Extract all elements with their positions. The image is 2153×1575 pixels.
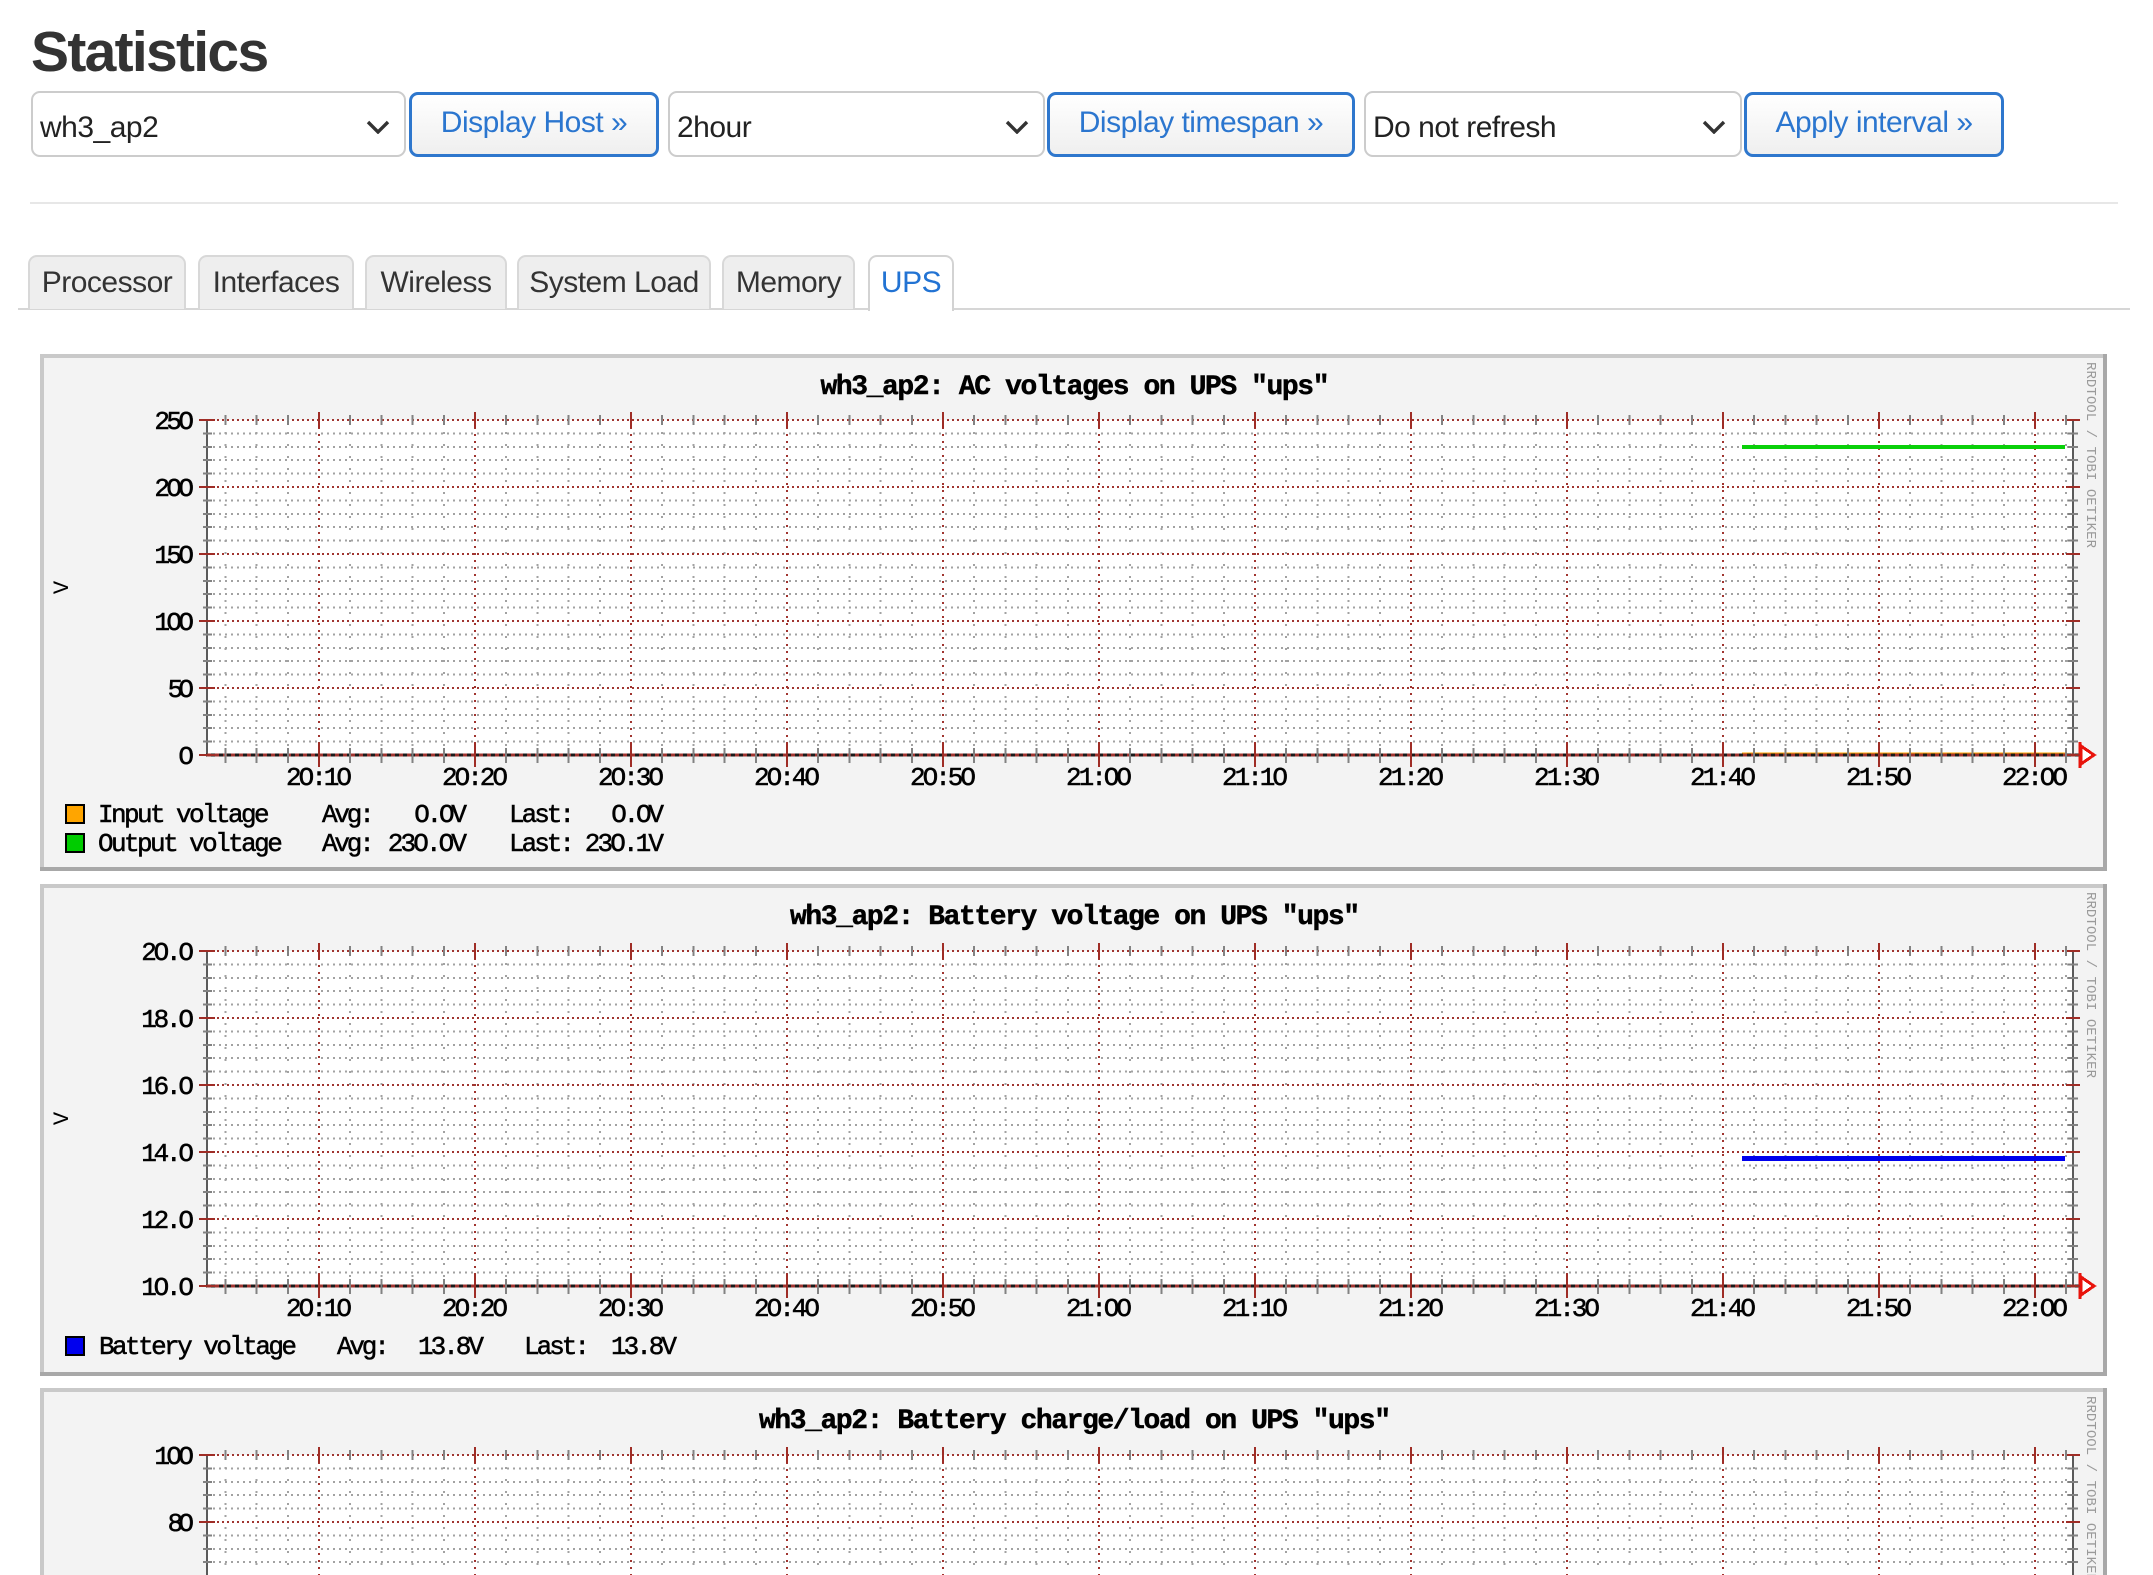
- svg-text:Input voltage: Input voltage: [98, 800, 270, 830]
- svg-text:21:OO: 21:OO: [1066, 1294, 1132, 1324]
- svg-text:23O.OV: 23O.OV: [388, 829, 468, 859]
- svg-text:O: O: [178, 742, 194, 772]
- svg-text:wh3_ap2: AC voltages on UPS "u: wh3_ap2: AC voltages on UPS "ups": [821, 372, 1330, 403]
- svg-text:V: V: [50, 1111, 75, 1125]
- svg-text:Output voltage: Output voltage: [98, 829, 283, 859]
- svg-text:2O:4O: 2O:4O: [754, 763, 820, 793]
- svg-text:21:5O: 21:5O: [1846, 1294, 1912, 1324]
- svg-text:Avg:: Avg:: [337, 1332, 390, 1362]
- svg-text:1OO: 1OO: [154, 1442, 194, 1472]
- svg-text:Last:: Last:: [509, 800, 575, 830]
- svg-text:2O:4O: 2O:4O: [754, 1294, 820, 1324]
- svg-text:15O: 15O: [154, 541, 194, 571]
- svg-text:V: V: [50, 580, 75, 594]
- svg-text:21:2O: 21:2O: [1378, 1294, 1444, 1324]
- svg-text:Avg:: Avg:: [322, 800, 375, 830]
- svg-text:21:1O: 21:1O: [1222, 763, 1288, 793]
- svg-text:2O:5O: 2O:5O: [910, 1294, 976, 1324]
- svg-text:RRDTOOL / TOBI OETIKER: RRDTOOL / TOBI OETIKER: [2082, 362, 2098, 549]
- svg-text:16.O: 16.O: [141, 1072, 194, 1102]
- svg-text:25O: 25O: [154, 407, 194, 437]
- svg-text:Battery voltage: Battery voltage: [99, 1332, 297, 1362]
- svg-text:2O:1O: 2O:1O: [286, 763, 352, 793]
- svg-text:Last:: Last:: [524, 1332, 590, 1362]
- svg-text:Avg:: Avg:: [322, 829, 375, 859]
- svg-text:RRDTOOL / TOBI OETIKER: RRDTOOL / TOBI OETIKER: [2082, 1396, 2098, 1575]
- svg-text:22:OO: 22:OO: [2002, 1294, 2068, 1324]
- svg-text:O.OV: O.OV: [414, 800, 467, 830]
- svg-text:2O:2O: 2O:2O: [442, 763, 508, 793]
- svg-text:21:4O: 21:4O: [1690, 1294, 1756, 1324]
- svg-text:1OO: 1OO: [154, 608, 194, 638]
- svg-text:RRDTOOL / TOBI OETIKER: RRDTOOL / TOBI OETIKER: [2082, 892, 2098, 1079]
- svg-text:21:5O: 21:5O: [1846, 763, 1912, 793]
- svg-text:21:3O: 21:3O: [1534, 763, 1600, 793]
- svg-text:wh3_ap2: Battery charge/load o: wh3_ap2: Battery charge/load on UPS "ups…: [759, 1406, 1391, 1437]
- svg-text:Last:: Last:: [509, 829, 575, 859]
- svg-text:2OO: 2OO: [154, 474, 194, 504]
- svg-text:8O: 8O: [168, 1509, 194, 1539]
- svg-text:21:OO: 21:OO: [1066, 763, 1132, 793]
- svg-text:1O.O: 1O.O: [141, 1273, 194, 1303]
- svg-text:23O.1V: 23O.1V: [585, 829, 665, 859]
- svg-text:18.O: 18.O: [141, 1005, 194, 1035]
- svg-text:2O.O: 2O.O: [141, 938, 194, 968]
- svg-text:2O:1O: 2O:1O: [286, 1294, 352, 1324]
- svg-text:21:1O: 21:1O: [1222, 1294, 1288, 1324]
- svg-text:22:OO: 22:OO: [2002, 763, 2068, 793]
- svg-text:5O: 5O: [168, 675, 194, 705]
- svg-text:2O:2O: 2O:2O: [442, 1294, 508, 1324]
- svg-text:12.O: 12.O: [141, 1206, 194, 1236]
- svg-text:21:2O: 21:2O: [1378, 763, 1444, 793]
- svg-text:13.8V: 13.8V: [418, 1332, 484, 1362]
- svg-text:13.8V: 13.8V: [611, 1332, 677, 1362]
- svg-text:2O:3O: 2O:3O: [598, 1294, 664, 1324]
- svg-text:2O:3O: 2O:3O: [598, 763, 664, 793]
- svg-text:14.O: 14.O: [141, 1139, 194, 1169]
- svg-text:21:3O: 21:3O: [1534, 1294, 1600, 1324]
- svg-text:21:4O: 21:4O: [1690, 763, 1756, 793]
- svg-text:2O:5O: 2O:5O: [910, 763, 976, 793]
- svg-text:wh3_ap2: Battery voltage on UP: wh3_ap2: Battery voltage on UPS "ups": [790, 902, 1360, 933]
- svg-text:O.OV: O.OV: [611, 800, 664, 830]
